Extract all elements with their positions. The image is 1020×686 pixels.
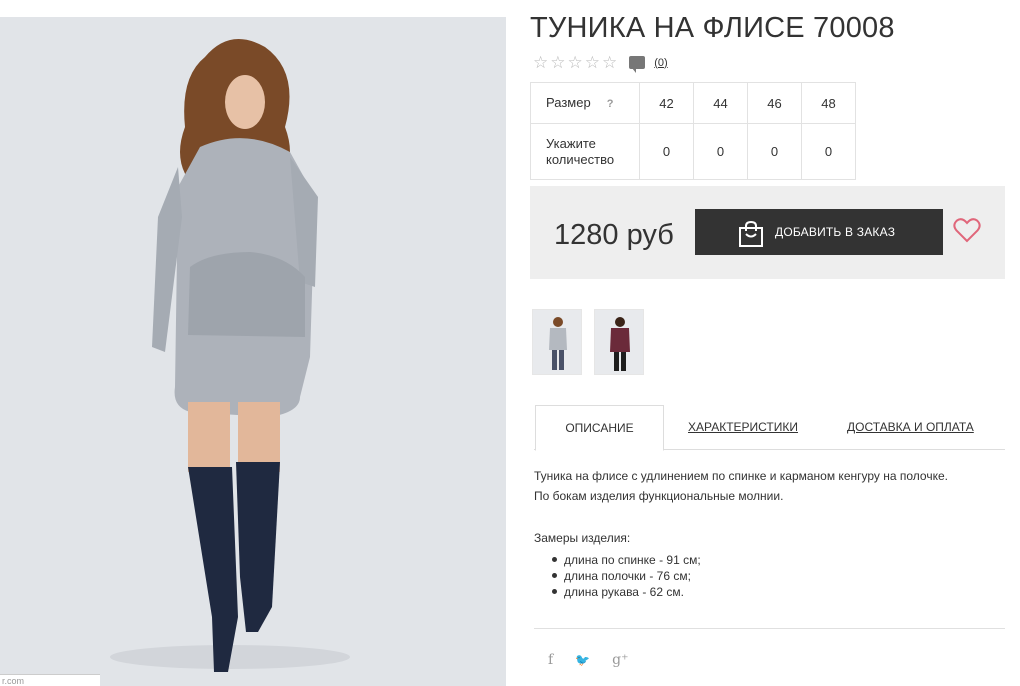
measures-list: длина по спинке - 91 см; длина полочки -…	[552, 552, 701, 600]
quantity-input[interactable]: 0	[801, 123, 856, 180]
star-icon[interactable]: ☆	[585, 54, 600, 71]
divider	[534, 628, 1005, 629]
star-icon[interactable]: ☆	[568, 54, 583, 71]
tab-characteristics[interactable]: ХАРАКТЕРИСТИКИ	[688, 405, 798, 450]
size-help-icon[interactable]: ?	[607, 98, 614, 110]
product-tabs: ОПИСАНИЕ ХАРАКТЕРИСТИКИ ДОСТАВКА И ОПЛАТ…	[534, 405, 1005, 451]
twitter-icon[interactable]: 🐦	[575, 653, 590, 667]
thumbnail-gallery	[532, 309, 644, 375]
measure-item: длина рукава - 62 см.	[552, 584, 701, 600]
measure-item: длина по спинке - 91 см;	[552, 552, 701, 568]
description-line: Туника на флисе с удлинением по спинке и…	[534, 469, 948, 483]
review-count-link[interactable]: (0)	[654, 57, 667, 69]
quantity-label-cell: Укажите количество	[530, 123, 640, 180]
size-table: Размер? 42 44 46 48 Укажите количество 0…	[530, 82, 856, 180]
price: 1280 руб	[554, 219, 674, 251]
measure-item: длина полочки - 76 см;	[552, 568, 701, 584]
size-label-cell: Размер?	[530, 82, 640, 124]
size-row: Размер? 42 44 46 48	[530, 82, 856, 124]
shopping-bag-icon	[739, 220, 763, 247]
star-icon[interactable]: ☆	[533, 54, 548, 71]
size-label: Размер	[546, 94, 591, 110]
size-option: 44	[693, 82, 748, 124]
heart-icon[interactable]	[953, 217, 981, 243]
quantity-label-line1: Укажите	[546, 135, 596, 151]
product-main-image[interactable]: r.com	[0, 17, 506, 686]
star-rating[interactable]: ☆ ☆ ☆ ☆ ☆	[533, 54, 617, 71]
star-icon[interactable]: ☆	[602, 54, 617, 71]
buy-box: 1280 руб ДОБАВИТЬ В ЗАКАЗ	[530, 186, 1005, 279]
description-text: Туника на флисе с удлинением по спинке и…	[534, 466, 1004, 506]
size-option: 48	[801, 82, 856, 124]
photo-caption: r.com	[0, 674, 100, 686]
quantity-row: Укажите количество 0 0 0 0	[530, 123, 856, 180]
product-title: ТУНИКА НА ФЛИСЕ 70008	[530, 12, 895, 44]
add-to-order-label: ДОБАВИТЬ В ЗАКАЗ	[775, 225, 896, 239]
tab-delivery-payment[interactable]: ДОСТАВКА И ОПЛАТА	[847, 405, 974, 450]
tab-description[interactable]: ОПИСАНИЕ	[535, 405, 664, 451]
size-option: 42	[639, 82, 694, 124]
google-plus-icon[interactable]: g⁺	[612, 652, 628, 668]
thumbnail-burgundy[interactable]	[594, 309, 644, 375]
thumbnail-grey[interactable]	[532, 309, 582, 375]
rating-row: ☆ ☆ ☆ ☆ ☆ (0)	[533, 54, 668, 73]
social-share: f 🐦 g⁺	[548, 652, 629, 668]
star-icon[interactable]: ☆	[550, 54, 565, 71]
add-to-order-button[interactable]: ДОБАВИТЬ В ЗАКАЗ	[695, 209, 943, 255]
quantity-label-line2: количество	[546, 151, 615, 167]
size-option: 46	[747, 82, 802, 124]
quantity-input[interactable]: 0	[747, 123, 802, 180]
quantity-input[interactable]: 0	[639, 123, 694, 180]
comment-icon[interactable]	[629, 56, 646, 73]
facebook-icon[interactable]: f	[548, 652, 553, 668]
description-line: По бокам изделия функциональные молнии.	[534, 489, 784, 503]
quantity-input[interactable]: 0	[693, 123, 748, 180]
measures-title: Замеры изделия:	[534, 531, 631, 545]
